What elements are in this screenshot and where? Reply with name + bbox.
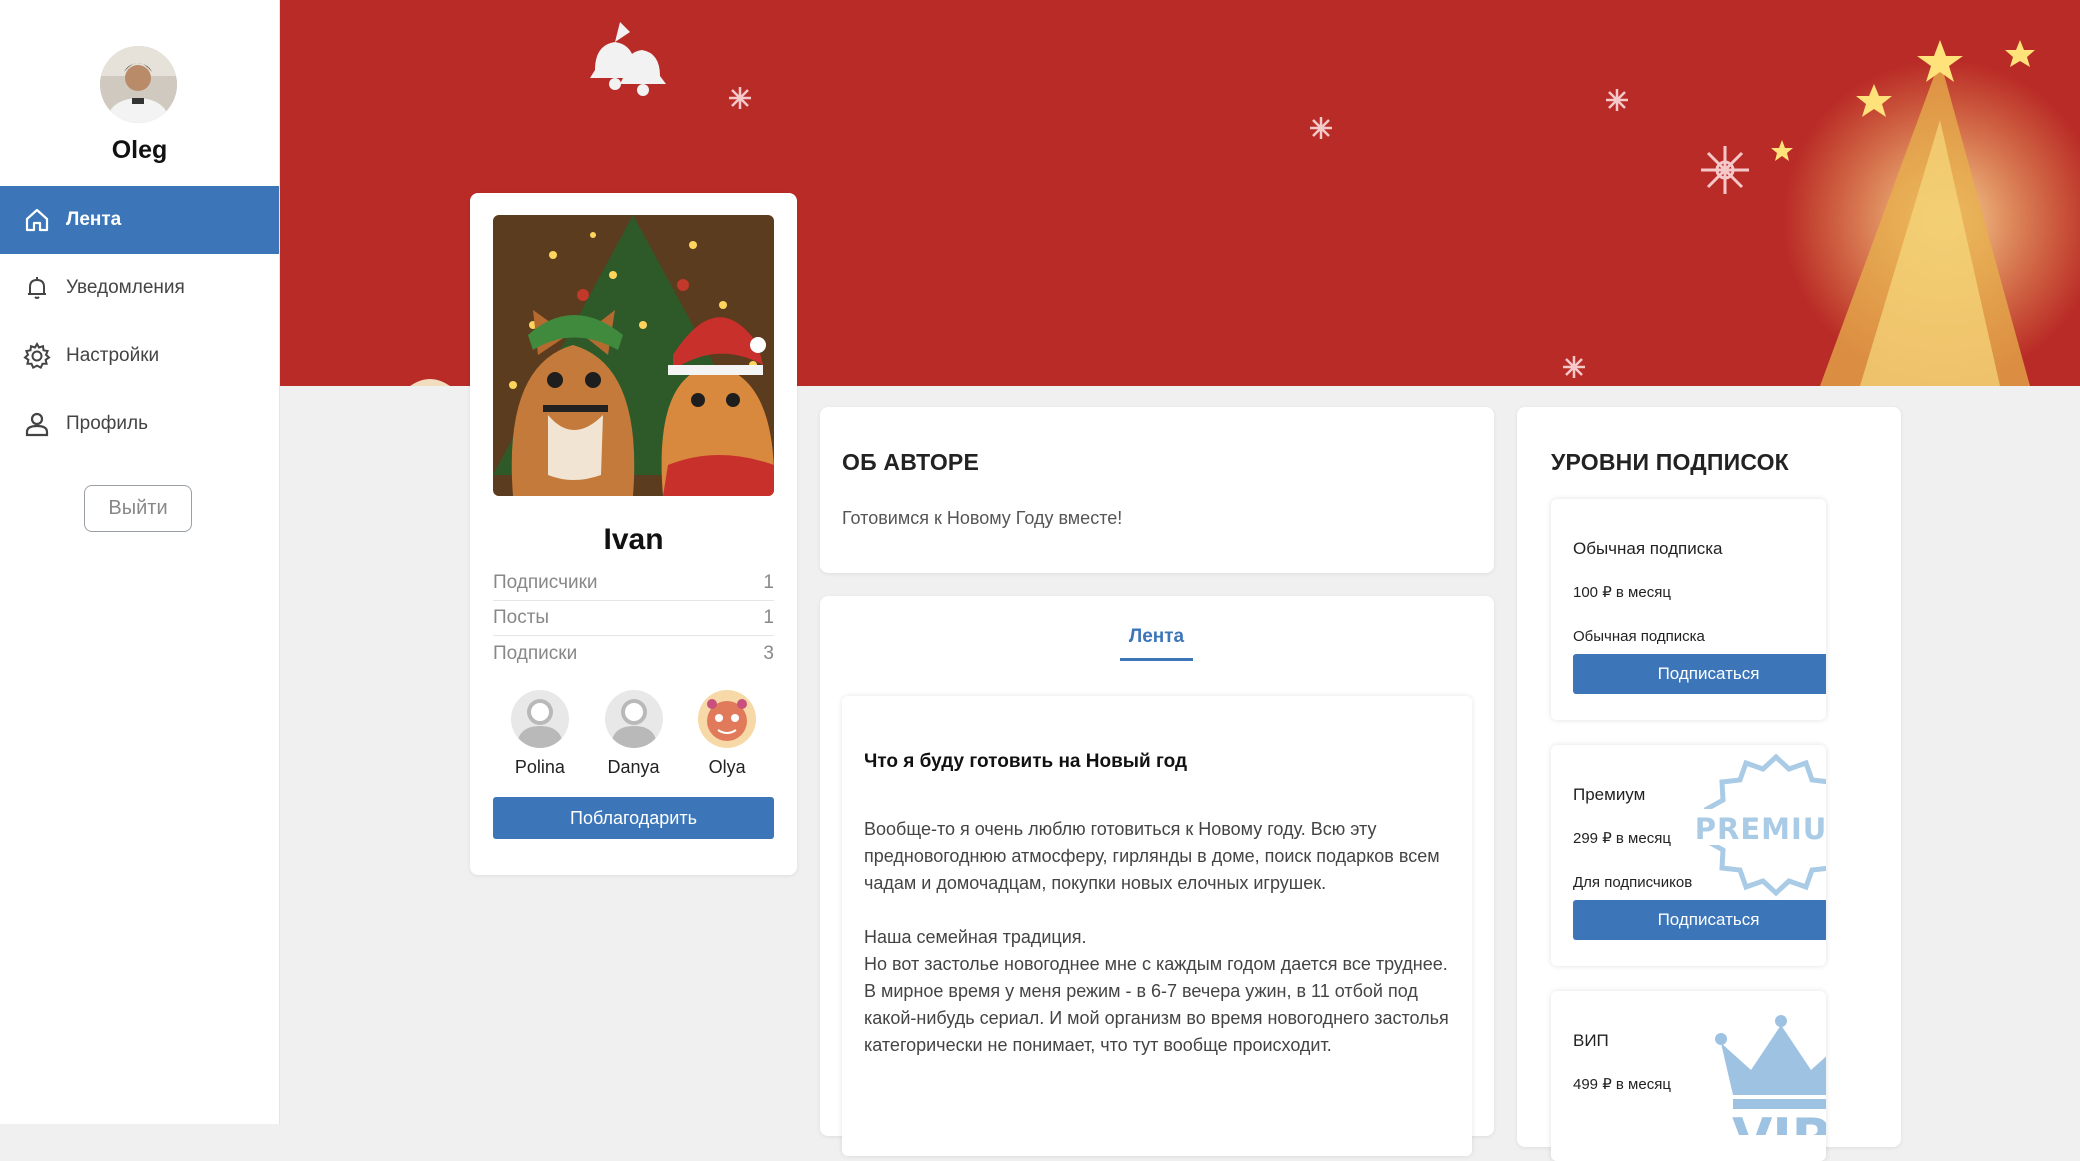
user-name: Oleg [111, 136, 168, 164]
post-title[interactable]: Что я буду готовить на Новый год [864, 751, 1187, 773]
tier-price: 299 ₽ в месяц [1573, 830, 1671, 847]
subscription-name: Olya [708, 757, 746, 777]
stat-value: 3 [763, 643, 774, 664]
sidebar: Oleg Лента Уведомления Настройки Профиль [0, 0, 280, 1124]
nav-label: Профиль [66, 413, 149, 434]
avatar [604, 690, 663, 748]
vip-badge-text: VIP [1732, 1108, 1826, 1135]
bells-icon [590, 22, 666, 96]
avatar [698, 690, 757, 748]
subscription-item[interactable]: Polina [493, 690, 587, 778]
feed-card: Лента Что я буду готовить на Новый год В… [820, 596, 1494, 1156]
subscription-name: Danya [607, 757, 660, 777]
stat-label: Подписчики [493, 572, 598, 593]
about-title: ОБ АВТОРЕ [842, 449, 980, 475]
nav-item-feed[interactable]: Лента [0, 186, 279, 254]
subscription-name: Polina [514, 757, 565, 777]
nav-label: Уведомления [66, 277, 185, 298]
tier-name: Премиум [1573, 785, 1646, 804]
gear-icon [22, 341, 52, 371]
vip-crown-icon: VIP [1711, 1015, 1826, 1161]
post-card[interactable]: Что я буду готовить на Новый год Вообще-… [842, 696, 1472, 1156]
nav-label: Настройки [66, 345, 160, 366]
stat-value: 1 [763, 607, 774, 628]
subscribe-button[interactable]: Подписаться [1573, 900, 1826, 940]
subscription-tiers-card: УРОВНИ ПОДПИСОК Обычная подписка 100 ₽ в… [1517, 407, 1901, 1161]
user-icon [22, 409, 52, 439]
user-avatar[interactable] [100, 46, 177, 123]
thank-button[interactable]: Поблагодарить [493, 797, 774, 839]
author-cover-image [493, 215, 774, 496]
about-author-card: ОБ АВТОРЕ Готовимся к Новому Году вместе… [820, 407, 1494, 573]
nav-item-notifications[interactable]: Уведомления [0, 254, 279, 322]
premium-badge-text: PREMIUM [1695, 812, 1826, 846]
christmas-tree-icon [1771, 40, 2080, 386]
tier-description: Для подписчиков [1573, 874, 1693, 891]
author-profile-card: Ivan Подписчики 1 Посты 1 Подписки 3 Pol… [470, 193, 797, 875]
post-paragraph: Но вот застолье новогоднее мне с каждым … [864, 954, 1449, 1055]
tier-description: Обычная подписка [1573, 628, 1705, 645]
tier-price: 499 ₽ в месяц [1573, 1076, 1671, 1093]
home-icon [22, 205, 52, 235]
stat-subscriptions[interactable]: Подписки 3 [493, 637, 774, 671]
nav-item-profile[interactable]: Профиль [0, 390, 279, 458]
post-paragraph: Наша семейная традиция. [864, 927, 1087, 947]
subscription-item[interactable]: Olya [680, 690, 774, 778]
sidebar-nav: Лента Уведомления Настройки Профиль [0, 186, 279, 458]
stat-posts[interactable]: Посты 1 [493, 601, 774, 636]
stat-value: 1 [763, 572, 774, 593]
tier-vip: VIP ВИП 499 ₽ в месяц [1551, 991, 1826, 1161]
subscription-item[interactable]: Danya [587, 690, 681, 778]
nav-label: Лента [66, 209, 122, 230]
tier-premium: PREMIUM Премиум 299 ₽ в месяц Для подпис… [1551, 745, 1826, 966]
tier-name: ВИП [1573, 1031, 1609, 1050]
subscriptions-list: Polina Danya Olya [493, 690, 774, 778]
premium-badge-icon: PREMIUM [1689, 749, 1826, 909]
author-name: Ivan [603, 523, 664, 556]
bell-icon [22, 273, 52, 303]
stat-label: Посты [493, 607, 550, 628]
tier-name: Обычная подписка [1573, 539, 1723, 558]
tier-price: 100 ₽ в месяц [1573, 584, 1671, 601]
post-paragraph: Вообще-то я очень люблю готовиться к Нов… [864, 819, 1440, 893]
stat-label: Подписки [493, 643, 578, 664]
about-text: Готовимся к Новому Году вместе! [842, 508, 1123, 528]
tab-feed[interactable]: Лента [1120, 626, 1193, 661]
tiers-title: УРОВНИ ПОДПИСОК [1551, 449, 1789, 475]
subscribe-button[interactable]: Подписаться [1573, 654, 1826, 694]
avatar [510, 690, 569, 748]
tier-basic: Обычная подписка 100 ₽ в месяц Обычная п… [1551, 499, 1826, 720]
stat-subscribers[interactable]: Подписчики 1 [493, 566, 774, 601]
post-body: Вообще-то я очень люблю готовиться к Нов… [864, 816, 1464, 1086]
nav-item-settings[interactable]: Настройки [0, 322, 279, 390]
logout-button[interactable]: Выйти [84, 485, 192, 532]
